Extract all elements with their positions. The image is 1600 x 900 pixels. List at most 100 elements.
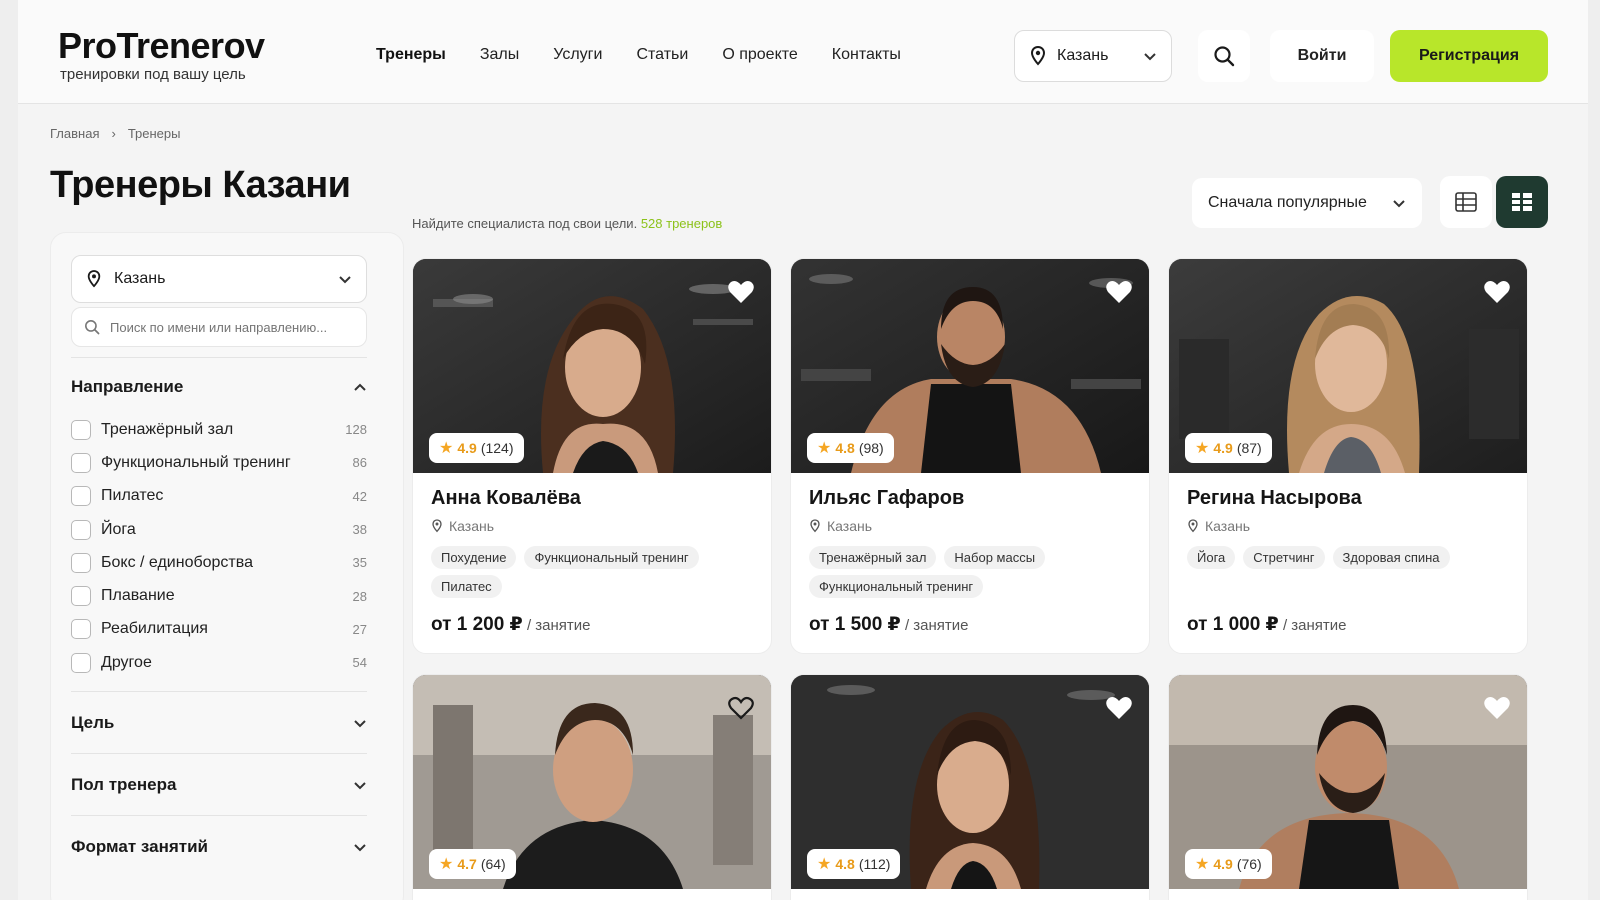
checkbox[interactable] [71,519,91,540]
direction-option[interactable]: Плавание 28 [71,579,367,612]
list-view-button[interactable] [1440,176,1492,228]
chevron-down-icon [354,782,366,790]
option-count: 86 [352,455,367,471]
breadcrumb-separator-icon: › [111,126,116,141]
location-pin-icon [87,270,101,288]
tag[interactable]: Похудение [431,546,517,569]
tag[interactable]: Йога [1187,546,1236,569]
tag[interactable]: Пилатес [431,575,502,598]
trainer-name[interactable]: Анна Ковалёва [431,487,755,510]
tag[interactable]: Стретчинг [1243,546,1325,569]
star-icon: ★ [1195,440,1210,457]
nav-services[interactable]: Услуги [553,46,602,64]
favorite-heart-icon[interactable] [727,695,755,721]
location-pin-icon [1030,46,1046,66]
filters-sidebar: Казань Направление Тренажёрный зал 128 Фу… [50,232,404,900]
checkbox[interactable] [71,619,91,640]
checkbox[interactable] [71,586,91,607]
subtitle-text: Найдите специалиста под свои цели. [412,216,638,231]
chevron-down-icon [354,844,366,852]
option-label: Плавание [101,587,175,605]
register-button[interactable]: Регистрация [1390,30,1548,82]
rating-count: (98) [858,440,884,456]
results-count: 528 тренеров [640,216,723,231]
tag[interactable]: Функциональный тренинг [809,575,984,598]
trainer-card[interactable]: ★ 4.7 (64) [412,674,772,900]
nav-gyms[interactable]: Залы [480,46,519,64]
checkbox[interactable] [71,552,91,573]
card-body: Ильяс Гафаров Казань Тренажёрный зал Наб… [809,487,1133,598]
results-subtitle: Найдите специалиста под свои цели. 528 т… [412,216,722,231]
trainer-card[interactable]: ★ 4.8 (112) [790,674,1150,900]
format-section-toggle[interactable]: Формат занятий [71,837,367,857]
city-select-value: Казань [1057,47,1109,64]
city-select[interactable]: Казань [1014,30,1172,82]
rating-count: (64) [480,856,506,872]
favorite-heart-icon[interactable] [1483,279,1511,305]
grid-view-button[interactable] [1496,176,1548,228]
nav-articles[interactable]: Статьи [636,46,688,64]
trainer-search-input[interactable] [110,319,350,335]
chevron-down-icon [339,276,351,284]
checkbox[interactable] [71,419,91,440]
trainer-card[interactable]: ★ 4.9 (76) [1168,674,1528,900]
list-view-icon [1455,192,1477,212]
checkbox[interactable] [71,452,91,473]
direction-option[interactable]: Йога 38 [71,513,367,546]
favorite-heart-icon[interactable] [1483,695,1511,721]
sidebar-city-select[interactable]: Казань [71,255,367,303]
rating-badge: ★ 4.9 (124) [429,433,524,463]
direction-option[interactable]: Пилатес 42 [71,480,367,513]
checkbox[interactable] [71,652,91,673]
option-count: 27 [352,621,367,637]
nav-contacts[interactable]: Контакты [832,46,901,64]
rating-badge: ★ 4.7 (64) [429,849,516,879]
trainer-price: от 1 500 ₽ / занятие [809,613,969,636]
trainer-tags: Тренажёрный зал Набор массы Функциональн… [809,546,1133,598]
price-unit: / занятие [526,617,591,634]
format-title: Формат занятий [71,837,209,856]
favorite-heart-icon[interactable] [1105,695,1133,721]
direction-section-toggle[interactable]: Направление [71,377,367,397]
tag[interactable]: Здоровая спина [1332,546,1450,569]
rating-count: (112) [858,856,891,872]
main-nav: Тренеры Залы Услуги Статьи О проекте Кон… [376,46,935,64]
rating-value: 4.9 [1213,856,1233,872]
trainer-card[interactable]: ★ 4.9 (124) Анна Ковалёва Казань Похуден… [412,258,772,654]
tag[interactable]: Тренажёрный зал [809,546,937,569]
sort-select[interactable]: Сначала популярные [1192,178,1422,228]
nav-trainers[interactable]: Тренеры [376,46,446,64]
direction-option[interactable]: Функциональный тренинг 86 [71,446,367,479]
gender-title: Пол тренера [71,775,177,794]
trainer-name[interactable]: Регина Насырова [1187,487,1511,510]
breadcrumb-current: Тренеры [127,126,181,141]
option-label: Реабилитация [101,620,208,638]
trainer-card[interactable]: ★ 4.8 (98) Ильяс Гафаров Казань Тренажёр… [790,258,1150,654]
favorite-heart-icon[interactable] [727,279,755,305]
checkbox[interactable] [71,486,91,507]
goal-section-toggle[interactable]: Цель [71,713,367,733]
login-button[interactable]: Войти [1270,30,1374,82]
chevron-up-icon [354,383,366,391]
direction-option[interactable]: Реабилитация 27 [71,613,367,646]
favorite-heart-icon[interactable] [1105,279,1133,305]
search-button[interactable] [1198,30,1250,82]
direction-option[interactable]: Другое 54 [71,646,367,679]
tag[interactable]: Набор массы [944,546,1046,569]
logo[interactable]: ProTrenerov тренировки под вашу цель [58,25,265,84]
nav-about[interactable]: О проекте [722,46,797,64]
star-icon: ★ [439,440,454,457]
gender-section-toggle[interactable]: Пол тренера [71,775,367,795]
star-icon: ★ [439,856,454,873]
trainer-photo: ★ 4.7 (64) [413,675,771,889]
trainer-card[interactable]: ★ 4.9 (87) Регина Насырова Казань Йога С… [1168,258,1528,654]
trainer-name[interactable]: Ильяс Гафаров [809,487,1133,510]
trainer-photo: ★ 4.9 (76) [1169,675,1527,889]
option-count: 35 [352,555,367,571]
direction-option[interactable]: Тренажёрный зал 128 [71,413,367,446]
direction-option[interactable]: Бокс / единоборства 35 [71,546,367,579]
logo-title: ProTrenerov [58,25,265,66]
breadcrumb-home[interactable]: Главная [50,126,99,141]
rating-count: (76) [1236,856,1262,872]
tag[interactable]: Функциональный тренинг [524,546,699,569]
